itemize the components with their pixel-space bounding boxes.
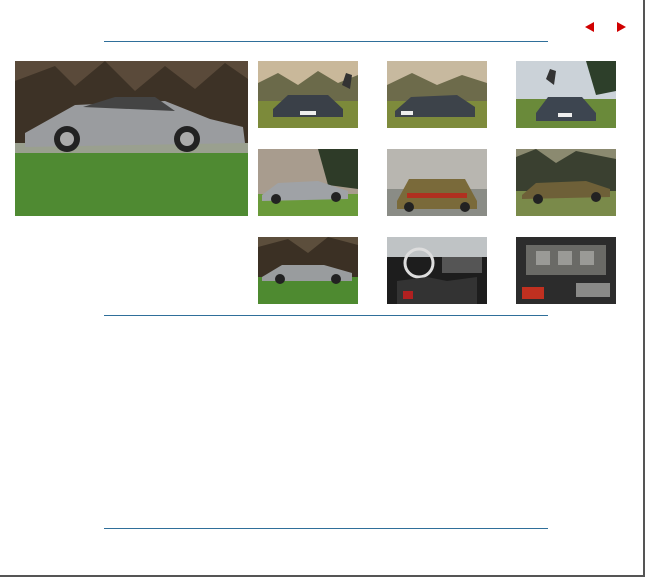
previous-arrow-icon[interactable] [585,22,594,32]
thumbnail-car-rear-view[interactable] [387,149,487,216]
thumbnail-car-engine-bay[interactable] [516,237,616,304]
thumbnail-car-front-view-with-horse[interactable] [258,61,358,128]
thumbnail-car-rear-side-view[interactable] [516,149,616,216]
thumbnail-car-rear-three-quarter-view[interactable] [516,61,616,128]
thumbnail-car-front-three-quarter-view[interactable] [387,61,487,128]
thumbnail-car-side-profile-view[interactable] [258,237,358,304]
middle-divider [104,315,548,316]
thumbnail-car-side-three-quarter-view[interactable] [258,149,358,216]
next-arrow-icon[interactable] [617,22,626,32]
thumbnail-car-interior-dashboard[interactable] [387,237,487,304]
main-photo-car-side-view[interactable] [15,61,248,216]
bottom-divider [104,528,548,529]
top-divider [104,41,548,42]
